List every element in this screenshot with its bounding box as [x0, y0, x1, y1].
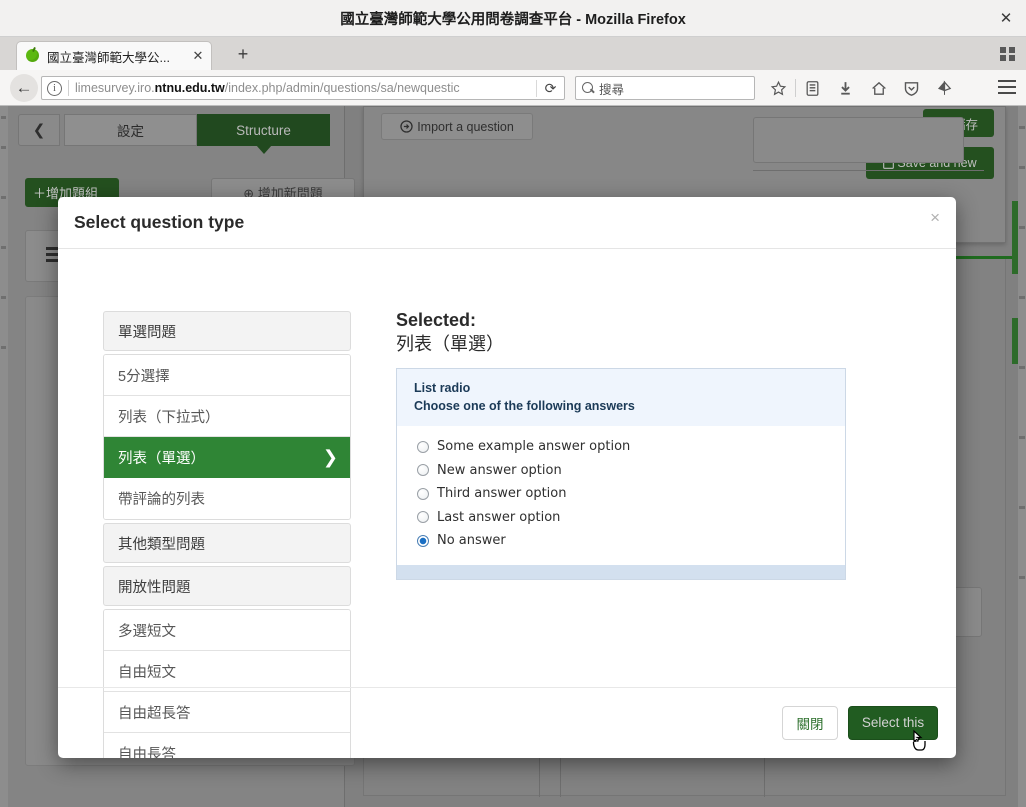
send-to-device-icon[interactable] [928, 76, 961, 100]
selected-label: Selected: [396, 310, 477, 330]
window-close-button[interactable]: ✕ [998, 11, 1014, 27]
new-tab-button[interactable]: + [230, 44, 256, 66]
radio-icon[interactable] [417, 464, 429, 477]
type-item-multiple-short-text[interactable]: 多選短文 [104, 610, 350, 651]
modal-close-icon[interactable]: × [930, 209, 940, 226]
tab-settings[interactable]: 設定 [64, 114, 197, 146]
tab-structure[interactable]: Structure [197, 114, 330, 154]
import-a-question-button[interactable]: Import a question [381, 113, 533, 140]
preview-card: List radio Choose one of the following a… [396, 367, 846, 580]
tab-close-icon[interactable]: ✕ [191, 49, 205, 63]
modal-footer: 關閉 Select this [58, 687, 956, 757]
preview-option[interactable]: Third answer option [417, 482, 845, 506]
bookmark-star-icon[interactable] [762, 76, 795, 100]
preview-option[interactable]: New answer option [417, 459, 845, 483]
preview-option-label: Some example answer option [437, 439, 631, 455]
search-placeholder: 搜尋 [599, 82, 625, 97]
preview-option[interactable]: No answer [417, 529, 845, 553]
modal-body: 單選問題 5分選擇 列表（下拉式） 列表（單選） ❯ 帶評論的列表 其他類型問題… [58, 249, 956, 758]
radio-icon[interactable] [417, 511, 429, 524]
select-this-button[interactable]: Select this [848, 705, 938, 740]
url-bar[interactable]: i limesurvey.iro.ntnu.edu.tw/index.php/a… [41, 76, 565, 100]
chevron-right-icon: ❯ [322, 446, 338, 467]
preview-option-label: Last answer option [437, 509, 561, 525]
window-title: 國立臺灣師範大學公用問卷調查平台 - Mozilla Firefox [340, 11, 686, 28]
type-item-5point[interactable]: 5分選擇 [104, 355, 350, 396]
search-bar[interactable]: 搜尋 [575, 76, 755, 100]
type-item-list-dropdown[interactable]: 列表（下拉式） [104, 396, 350, 437]
preview-question-title: List radio [414, 380, 471, 395]
limesurvey-favicon-icon [25, 46, 41, 64]
downloads-icon[interactable] [829, 76, 862, 100]
select-question-type-modal: Select question type × 單選問題 5分選擇 列表（下拉式）… [58, 197, 956, 758]
radio-icon-checked[interactable] [417, 534, 429, 547]
preview-option-label: New answer option [437, 462, 562, 478]
url-text: limesurvey.iro.ntnu.edu.tw/index.php/adm… [75, 81, 460, 95]
import-icon [400, 120, 413, 133]
home-icon[interactable] [862, 76, 895, 100]
right-rail-card [753, 117, 964, 163]
sidebar-tabs: ❮ 設定 Structure [18, 114, 330, 154]
close-button[interactable]: 關閉 [782, 705, 838, 740]
type-item-list-with-comment[interactable]: 帶評論的列表 [104, 478, 350, 519]
pocket-shield-icon[interactable] [895, 76, 928, 100]
browser-navbar: ← i limesurvey.iro.ntnu.edu.tw/index.php… [0, 70, 1026, 106]
preview-question-help: Choose one of the following answers [414, 398, 635, 413]
library-icon[interactable] [796, 76, 829, 100]
selected-type-name: 列表（單選） [396, 333, 504, 354]
radio-icon[interactable] [417, 487, 429, 500]
preview-option[interactable]: Last answer option [417, 506, 845, 530]
modal-header: Select question type × [58, 197, 956, 249]
reload-icon[interactable]: ⟳ [536, 79, 564, 97]
group-header-open-ended[interactable]: 開放性問題 [103, 566, 351, 606]
type-item-list-radio[interactable]: 列表（單選） ❯ [104, 437, 350, 478]
import-label: Import a question [417, 119, 514, 134]
question-type-preview: Selected: 列表（單選） List radio Choose one o… [396, 309, 918, 580]
preview-option-label: Third answer option [437, 486, 567, 502]
type-item-short-free-text[interactable]: 自由短文 [104, 651, 350, 692]
screen: 國立臺灣師範大學公用問卷調查平台 - Mozilla Firefox ✕ 國立臺… [0, 0, 1026, 807]
group-header-other-types[interactable]: 其他類型問題 [103, 523, 351, 563]
site-info-icon[interactable]: i [47, 80, 62, 96]
preview-question-header: List radio Choose one of the following a… [397, 368, 845, 427]
radio-icon[interactable] [417, 440, 429, 453]
modal-title: Select question type [74, 212, 245, 232]
search-icon [582, 81, 595, 95]
preview-footer-bar [397, 564, 845, 579]
list-all-tabs-icon[interactable] [998, 45, 1018, 63]
group-items-single-choice: 5分選擇 列表（下拉式） 列表（單選） ❯ 帶評論的列表 [103, 354, 351, 520]
hamburger-menu-icon[interactable] [998, 80, 1016, 94]
browser-tab[interactable]: 國立臺灣師範大學公... ✕ [16, 41, 212, 70]
sidebar-collapse-button[interactable]: ❮ [18, 114, 60, 146]
browser-titlebar: 國立臺灣師範大學公用問卷調查平台 - Mozilla Firefox ✕ [0, 0, 1026, 37]
back-button[interactable]: ← [10, 74, 38, 102]
browser-tab-label: 國立臺灣師範大學公... [47, 50, 170, 65]
page-scrollbar[interactable] [1018, 106, 1026, 807]
browser-tabbar: 國立臺灣師範大學公... ✕ + [0, 37, 1026, 70]
preview-option-label: No answer [437, 533, 506, 549]
page-left-edge [0, 106, 8, 807]
browser-toolbar-icons [762, 76, 961, 100]
preview-option[interactable]: Some example answer option [417, 435, 845, 459]
preview-options: Some example answer option New answer op… [397, 426, 845, 565]
type-item-list-radio-label: 列表（單選） [118, 450, 205, 467]
group-header-single-choice[interactable]: 單選問題 [103, 311, 351, 351]
